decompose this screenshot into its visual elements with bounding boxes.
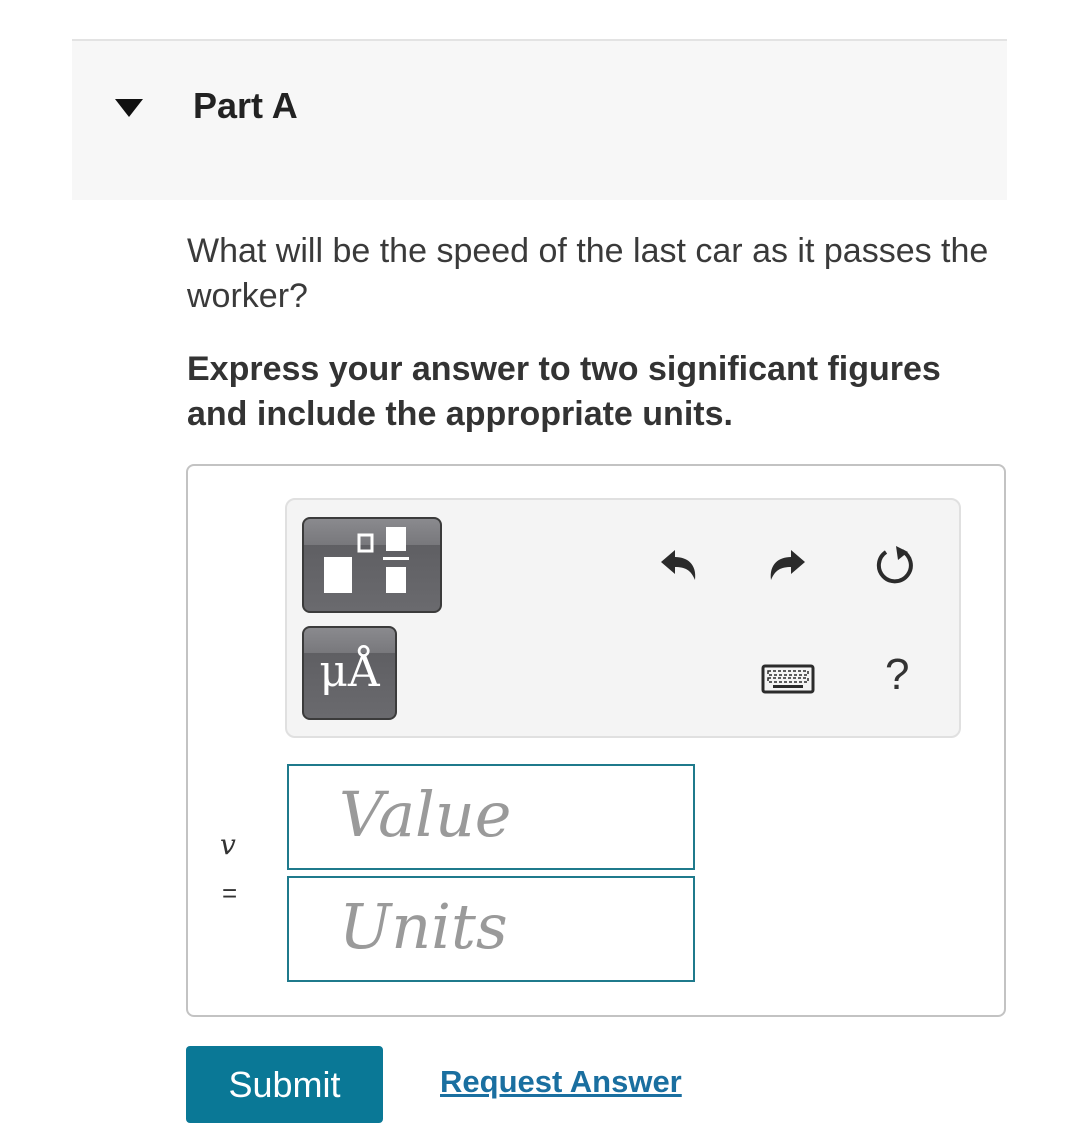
templates-icon [324,527,409,593]
templates-button[interactable] [302,517,442,613]
math-toolbar: μÅ ? [285,498,961,738]
value-placeholder: Value [339,778,512,851]
keyboard-icon[interactable] [761,664,815,699]
question-text: What will be the speed of the last car a… [187,232,989,315]
symbols-button[interactable]: μÅ [302,626,397,720]
redo-icon[interactable] [765,544,809,593]
answer-instructions: Express your answer to two significant f… [187,350,941,433]
units-placeholder: Units [339,890,508,963]
part-title: Part A [193,85,298,126]
submit-button[interactable]: Submit [186,1046,383,1123]
collapse-caret-icon[interactable] [113,97,145,124]
symbols-label: μÅ [319,646,380,697]
undo-icon[interactable] [657,544,701,593]
answer-box: μÅ ? v = Value Units [186,464,1006,1017]
value-input[interactable]: Value [287,764,695,870]
reset-icon[interactable] [872,542,918,593]
equals-sign: = [222,878,238,908]
help-button[interactable]: ? [885,650,909,700]
variable-label: v [220,828,236,861]
units-input[interactable]: Units [287,876,695,982]
request-answer-link[interactable]: Request Answer [440,1064,682,1100]
part-header: Part A [72,39,1007,200]
